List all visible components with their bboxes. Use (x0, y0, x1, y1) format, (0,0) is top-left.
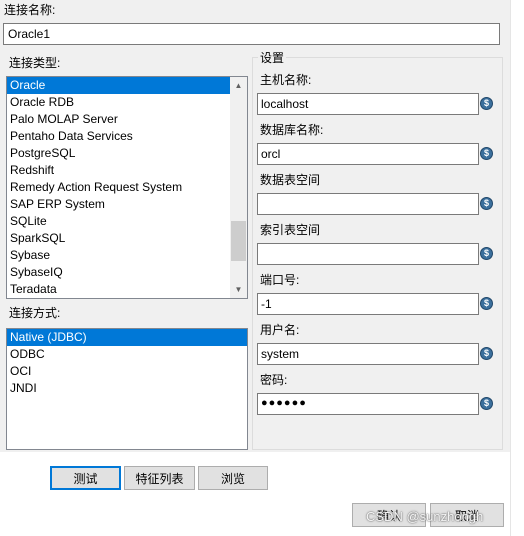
list-item[interactable]: Remedy Action Request System (7, 179, 247, 196)
feature-list-button[interactable]: 特征列表 (124, 466, 195, 490)
variable-dollar-icon[interactable]: $ (480, 347, 493, 360)
variable-dollar-icon[interactable]: $ (480, 147, 493, 160)
list-item[interactable]: SAP ERP System (7, 196, 247, 213)
list-item[interactable]: Sybase (7, 247, 247, 264)
database-label: 数据库名称: (260, 123, 324, 137)
list-item[interactable]: OCI (7, 363, 247, 380)
list-item[interactable]: Redshift (7, 162, 247, 179)
data-tablespace-label: 数据表空间 (260, 173, 321, 187)
access-method-label: 连接方式: (9, 306, 61, 320)
host-input[interactable] (257, 93, 479, 115)
username-input[interactable] (257, 343, 479, 365)
variable-dollar-icon[interactable]: $ (480, 247, 493, 260)
index-tablespace-input[interactable] (257, 243, 479, 265)
access-method-list[interactable]: Native (JDBC) ODBC OCI JNDI (6, 328, 248, 450)
list-item[interactable]: Palo MOLAP Server (7, 111, 247, 128)
connection-name-input[interactable] (3, 23, 500, 45)
index-tablespace-label: 索引表空间 (260, 223, 321, 237)
variable-dollar-icon[interactable]: $ (480, 297, 493, 310)
password-input[interactable]: ●●●●●● (257, 393, 479, 415)
connection-name-label: 连接名称: (4, 3, 56, 17)
chevron-up-icon[interactable]: ▲ (230, 77, 247, 94)
list-item[interactable]: Teradata (7, 281, 247, 298)
port-label: 端口号: (260, 273, 300, 287)
scrollbar-thumb[interactable] (231, 221, 246, 261)
settings-title: 设置 (258, 51, 287, 65)
connection-type-scrollbar[interactable]: ▲ ▼ (230, 77, 247, 298)
username-label: 用户名: (260, 323, 300, 337)
window-edge (510, 0, 524, 536)
list-item[interactable]: SQLite (7, 213, 247, 230)
variable-dollar-icon[interactable]: $ (480, 397, 493, 410)
browse-button[interactable]: 浏览 (198, 466, 268, 490)
list-item[interactable]: PostgreSQL (7, 145, 247, 162)
list-item[interactable]: Native (JDBC) (7, 329, 247, 346)
host-label: 主机名称: (260, 73, 312, 87)
watermark: CSDN @sunzhongh (366, 509, 484, 524)
connection-type-list[interactable]: Oracle Oracle RDB Palo MOLAP Server Pent… (6, 76, 248, 299)
list-item[interactable]: SparkSQL (7, 230, 247, 247)
connection-type-label: 连接类型: (9, 56, 61, 70)
variable-dollar-icon[interactable]: $ (480, 97, 493, 110)
list-item[interactable]: SybaseIQ (7, 264, 247, 281)
list-item[interactable]: Pentaho Data Services (7, 128, 247, 145)
database-input[interactable] (257, 143, 479, 165)
test-button[interactable]: 测试 (50, 466, 121, 490)
list-item[interactable]: Oracle (7, 77, 247, 94)
list-item[interactable]: Oracle RDB (7, 94, 247, 111)
variable-dollar-icon[interactable]: $ (480, 197, 493, 210)
list-item[interactable]: JNDI (7, 380, 247, 397)
port-input[interactable] (257, 293, 479, 315)
password-label: 密码: (260, 373, 288, 387)
chevron-down-icon[interactable]: ▼ (230, 281, 247, 298)
list-item[interactable]: ODBC (7, 346, 247, 363)
data-tablespace-input[interactable] (257, 193, 479, 215)
